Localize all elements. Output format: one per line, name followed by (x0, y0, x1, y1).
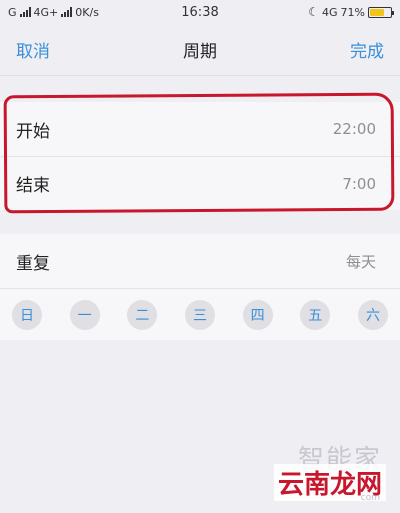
do-not-disturb-moon-icon: ☾ (308, 5, 320, 19)
speed-label: 0K/s (75, 5, 99, 19)
carrier-label: G (8, 5, 17, 19)
status-bar: G 4G+ 0K/s 16:38 ☾ 4G 71% (0, 0, 400, 24)
repeat-group: 重复 每天 日 一 二 三 四 五 六 (0, 234, 400, 340)
watermark: 智能家 云南龙网 com (258, 439, 388, 503)
day-tuesday-button[interactable]: 二 (127, 299, 158, 330)
start-time-row[interactable]: 开始 22:00 (0, 102, 400, 156)
battery-fill (370, 8, 385, 16)
start-time-label: 开始 (16, 121, 50, 142)
weekday-selector: 日 一 二 三 四 五 六 (0, 288, 400, 340)
repeat-value: 每天 (345, 252, 376, 271)
day-sunday-button[interactable]: 日 (12, 299, 42, 330)
repeat-row[interactable]: 重复 每天 (0, 234, 400, 288)
day-thursday-button[interactable]: 四 (242, 299, 273, 330)
navigation-bar: 取消 周期 完成 (0, 24, 400, 76)
day-wednesday-button[interactable]: 三 (184, 299, 215, 330)
end-time-label: 结束 (16, 176, 50, 196)
done-button[interactable]: 完成 (350, 37, 384, 62)
end-time-value: 7:00 (342, 174, 376, 193)
day-monday-button[interactable]: 一 (69, 299, 100, 330)
signal-icon (19, 7, 31, 17)
cancel-button[interactable]: 取消 (16, 37, 50, 62)
watermark-domain-text: com (360, 493, 380, 503)
time-settings-group: 开始 22:00 结束 7:00 (0, 102, 400, 210)
end-time-row[interactable]: 结束 7:00 (0, 156, 400, 210)
status-right: ☾ 4G 71% (308, 5, 394, 19)
watermark-top-text: 智能家 (297, 445, 382, 475)
watermark-logo-text: 云南龙网 (273, 464, 386, 501)
signal-icon-2 (61, 7, 73, 17)
battery-percent: 71% (340, 5, 365, 19)
day-friday-button[interactable]: 五 (300, 299, 331, 330)
network-label: 4G+ (33, 5, 59, 19)
day-saturday-button[interactable]: 六 (357, 299, 388, 330)
page-title: 周期 (183, 42, 217, 62)
repeat-label: 重复 (16, 253, 50, 274)
status-left: G 4G+ 0K/s (8, 6, 99, 19)
start-time-value: 22:00 (332, 120, 376, 138)
battery-icon (368, 6, 394, 18)
network-right-label: 4G (322, 5, 338, 19)
